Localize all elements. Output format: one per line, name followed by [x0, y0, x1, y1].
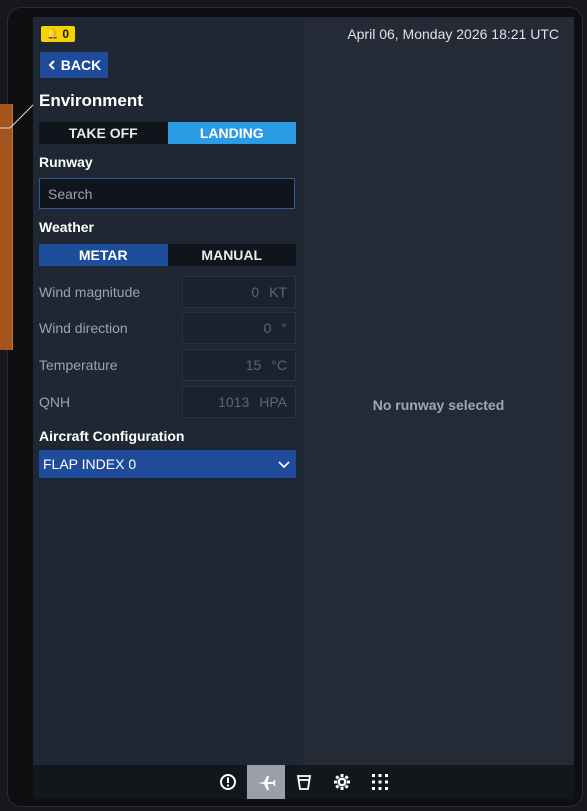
gear-icon[interactable] [323, 765, 361, 799]
wind-direction-row: Wind direction 0 ° [39, 312, 296, 344]
flap-index-value: FLAP INDEX 0 [43, 456, 137, 472]
tab-takeoff[interactable]: TAKE OFF [39, 122, 168, 144]
qnh-value: 1013 [218, 394, 250, 410]
qnh-unit: HPA [259, 394, 287, 410]
search-placeholder: Search [48, 185, 93, 202]
tab-metar[interactable]: METAR [39, 244, 168, 266]
apps-grid-icon[interactable] [361, 765, 399, 799]
wind-magnitude-row: Wind magnitude 0 KT [39, 276, 296, 308]
back-button[interactable]: BACK [40, 52, 108, 78]
app-screen: No runway selected 🔔 0 April 06, Monday … [33, 17, 574, 799]
qnh-row: QNH 1013 HPA [39, 386, 296, 418]
page-title: Environment [39, 91, 143, 110]
weather-tabs: METAR MANUAL [39, 244, 296, 266]
tab-landing[interactable]: LANDING [167, 122, 296, 144]
qnh-label: QNH [39, 394, 71, 410]
temperature-row: Temperature 15 °C [39, 349, 296, 381]
wind-direction-label: Wind direction [39, 320, 128, 336]
back-label: BACK [60, 57, 102, 73]
notification-count: 0 [62, 27, 70, 41]
temperature-unit: °C [271, 357, 287, 373]
temperature-field[interactable]: 15 °C [182, 349, 296, 381]
no-runway-message: No runway selected [372, 397, 505, 413]
bottom-nav [33, 765, 574, 799]
wind-direction-unit: ° [281, 320, 287, 336]
aircraft-config-label: Aircraft Configuration [39, 428, 185, 444]
flap-index-dropdown[interactable]: FLAP INDEX 0 [39, 450, 296, 478]
wind-magnitude-value: 0 [251, 284, 260, 300]
right-panel: No runway selected [303, 17, 574, 765]
chevron-down-icon [278, 456, 290, 472]
notification-badge[interactable]: 🔔 0 [41, 26, 75, 42]
runway-label: Runway [39, 154, 93, 170]
datetime-display: April 06, Monday 2026 18:21 UTC [347, 26, 559, 42]
wind-direction-value: 0 [263, 320, 272, 336]
chevron-left-icon [47, 57, 57, 73]
temperature-value: 15 [245, 357, 262, 373]
qnh-field[interactable]: 1013 HPA [182, 386, 296, 418]
wind-magnitude-label: Wind magnitude [39, 284, 141, 300]
wind-magnitude-field[interactable]: 0 KT [182, 276, 296, 308]
phase-tabs: TAKE OFF LANDING [39, 122, 296, 144]
wind-magnitude-unit: KT [269, 284, 287, 300]
airplane-icon[interactable] [246, 765, 285, 799]
weather-label: Weather [39, 219, 94, 235]
side-tab [0, 104, 13, 350]
tab-manual[interactable]: MANUAL [168, 244, 297, 266]
bell-icon: 🔔 [46, 28, 60, 40]
temperature-label: Temperature [39, 357, 118, 373]
runway-search-input[interactable]: Search [39, 178, 295, 209]
cup-icon[interactable] [285, 765, 323, 799]
wind-direction-field[interactable]: 0 ° [182, 312, 296, 344]
info-icon[interactable] [209, 765, 247, 799]
